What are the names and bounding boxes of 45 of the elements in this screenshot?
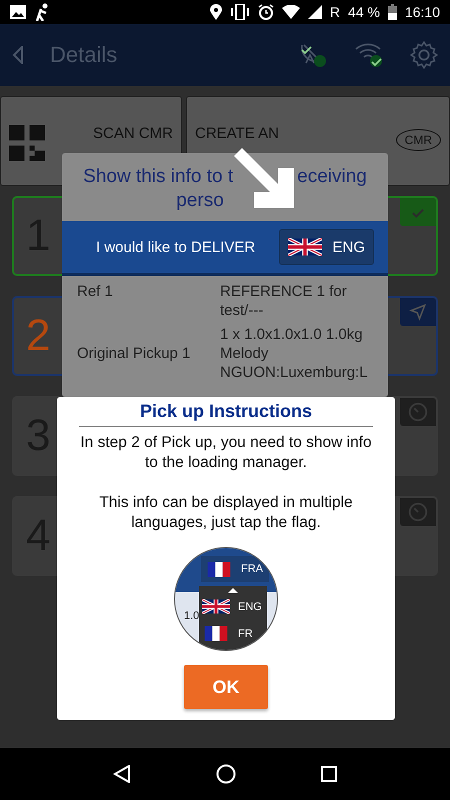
wifi-status-icon[interactable] — [354, 41, 384, 69]
signal-icon — [308, 5, 322, 19]
illustration-language-text: FR — [238, 628, 253, 640]
alarm-icon — [258, 4, 274, 20]
clock-icon — [407, 501, 429, 523]
uk-flag-icon — [202, 599, 230, 614]
illustration-fragment-text: 1.0 — [184, 610, 200, 622]
qr-code-icon — [9, 125, 45, 161]
uk-flag-icon — [288, 238, 322, 256]
screen-title: Details — [50, 42, 118, 68]
france-flag-icon — [202, 626, 230, 641]
info-dialog-title: perso — [176, 189, 224, 213]
navigation-arrow-icon — [409, 303, 427, 321]
dialog-text: In step 2 of Pick up, you need to show info to the loading manager. — [79, 433, 373, 473]
illustration-language-text: ENG — [238, 600, 262, 612]
action-text: I would like to DELIVER — [96, 238, 256, 256]
dialog-text: This info can be displayed in multiple languages, just tap the flag. — [98, 493, 354, 533]
info-label: Original Pickup 1 — [77, 344, 192, 364]
create-cmr-label: CREATE AN — [195, 125, 280, 142]
info-value: Melody NGUON:Luxemburg:L — [220, 344, 369, 382]
ok-button[interactable]: OK — [184, 665, 268, 709]
caret-icon — [228, 588, 238, 593]
step-number: 2 — [26, 311, 50, 361]
walking-person-icon — [34, 3, 50, 21]
clock-icon — [407, 401, 429, 423]
cmr-badge: CMR — [396, 129, 441, 151]
image-icon — [10, 5, 26, 19]
info-value: 1 x 1.0x1.0x1.0 1.0kg — [220, 325, 364, 344]
dialog-title: Pick up Instructions — [140, 401, 312, 423]
network-indicator: R — [330, 4, 340, 20]
location-icon — [210, 4, 222, 20]
vibrate-icon — [230, 4, 250, 20]
clock-time: 16:10 — [404, 4, 440, 20]
info-dialog-title: eceiving — [297, 165, 367, 189]
wifi-icon — [282, 5, 300, 19]
battery-percent: 44 % — [348, 4, 380, 20]
info-value: REFERENCE 1 for test/--- — [220, 282, 348, 320]
france-flag-icon — [205, 562, 233, 576]
language-button[interactable]: ENG — [279, 229, 374, 265]
battery-icon — [388, 4, 397, 20]
illustration-language-text: FRA — [241, 563, 263, 575]
scan-cmr-label: SCAN CMR — [92, 125, 173, 142]
info-label: Ref 1 — [77, 282, 114, 302]
recents-icon[interactable] — [321, 766, 338, 782]
home-icon[interactable] — [216, 764, 236, 784]
